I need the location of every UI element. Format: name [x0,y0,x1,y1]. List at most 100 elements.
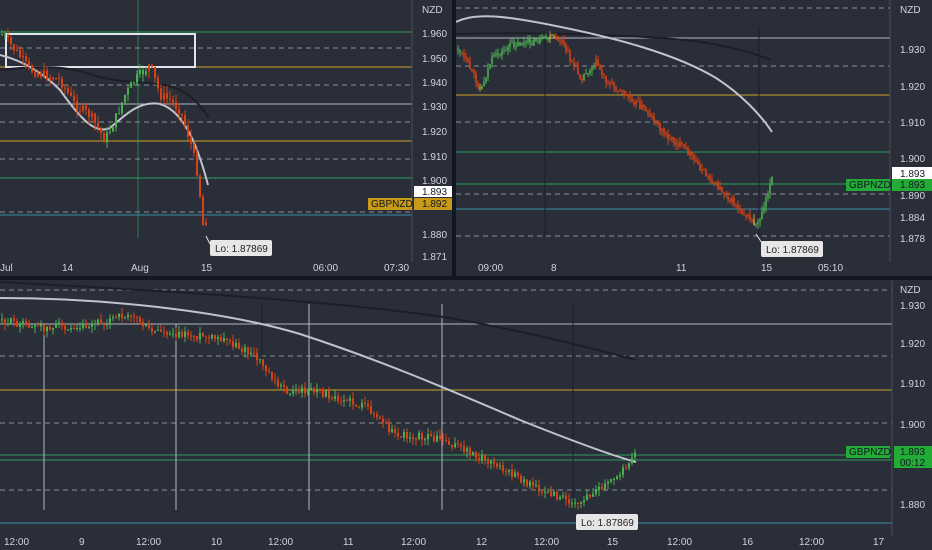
chart-canvas-top-left[interactable]: Lo: 1.87869 NZD 1.960 1.950 1.940 1.930 … [0,0,452,276]
candle-body [352,398,354,405]
candle-body [543,36,545,38]
svg-text:1.960: 1.960 [422,29,447,40]
candle-body [607,481,609,484]
chart-panel-bottom[interactable]: Lo: 1.87869 NZD 1.930 1.920 1.910 1.900 … [0,280,932,550]
candle-body [301,387,303,393]
candle-body [693,155,695,160]
candle-body [607,82,609,84]
svg-text:1.900: 1.900 [422,176,447,187]
candle-body [467,58,469,62]
candle-body [82,105,84,111]
candle-body [34,325,36,328]
candle-body [535,485,537,487]
candle-body [465,56,467,59]
svg-text:1.950: 1.950 [422,54,447,65]
candle-body [731,197,733,202]
candle-body [571,60,573,63]
candle-body [451,444,453,448]
chart-panel-top-left[interactable]: Lo: 1.87869 NZD 1.960 1.950 1.940 1.930 … [0,0,452,276]
svg-text:11: 11 [343,537,354,548]
candle-body [91,324,93,327]
candle-body [610,479,612,482]
candle-body [160,88,162,100]
svg-text:1.892: 1.892 [422,199,447,210]
candle-body [619,89,621,91]
candle-body [592,493,594,497]
candle-body [226,338,228,340]
candle-body [751,219,753,221]
candle-body [493,461,495,464]
svg-text:12:00: 12:00 [136,537,161,548]
candle-body [4,34,6,36]
candle-body [112,127,114,132]
svg-text:GBPNZD: GBPNZD [849,447,891,458]
candle-body [653,116,655,123]
candle-body [553,492,555,496]
candle-body [709,175,711,180]
candle-body [529,39,531,44]
candle-body [565,43,567,51]
price-axis[interactable] [892,280,932,536]
candle-body [118,313,120,318]
svg-text:12:00: 12:00 [4,537,29,548]
chart-panel-top-right[interactable]: Lo: 1.87869 NZD 1.930 1.920 1.910 1.900 … [456,0,932,276]
candle-body [166,332,168,335]
candle-body [595,489,597,494]
candle-body [514,472,516,477]
candle-body [631,457,633,464]
candle-body [79,110,81,112]
candle-body [457,443,459,445]
chart-canvas-bottom[interactable]: Lo: 1.87869 NZD 1.930 1.920 1.910 1.900 … [0,280,932,550]
candle-body [713,183,715,185]
candle-body [259,359,261,361]
candle-body [424,439,426,441]
candle-body [683,144,685,148]
candle-body [761,211,763,220]
candle-body [729,199,731,202]
candle-body [391,428,393,433]
candle-body [331,398,333,400]
candle-body [577,65,579,75]
candle-body [550,491,552,496]
candle-body [241,348,243,352]
candle-body [707,175,709,177]
candle-body [55,324,57,328]
candle-body [151,328,153,332]
candle-body [55,78,57,80]
candle-body [97,122,99,128]
candle-body [749,214,751,220]
candle-body [94,323,96,325]
candle-body [127,315,129,318]
candle-body [490,461,492,464]
candle-body [52,327,54,330]
candle-body [199,175,201,197]
candle-body [581,79,583,81]
svg-text:1.920: 1.920 [900,339,925,350]
candle-body [112,317,114,319]
candle-body [403,431,405,438]
candle-body [271,371,273,380]
candle-body [97,319,99,324]
candle-body [507,47,509,51]
candle-body [695,159,697,162]
candle-body [193,143,195,154]
candle-body [61,78,63,88]
candle-body [637,100,639,102]
axis-currency: NZD [900,285,921,296]
candle-body [585,73,587,75]
candle-body [148,324,150,329]
chart-canvas-top-right[interactable]: Lo: 1.87869 NZD 1.930 1.920 1.910 1.900 … [456,0,932,276]
candle-body [100,319,102,325]
time-axis[interactable] [456,262,932,276]
candle-body [643,105,645,108]
candle-body [469,448,471,456]
candle-body [187,125,189,137]
candle-body [313,388,315,393]
candle-body [663,128,665,134]
candle-body [471,69,473,71]
candle-body [124,317,126,319]
candle-body [91,113,93,117]
candle-body [459,49,461,52]
candle-body [595,59,597,68]
svg-text:15: 15 [607,537,619,548]
